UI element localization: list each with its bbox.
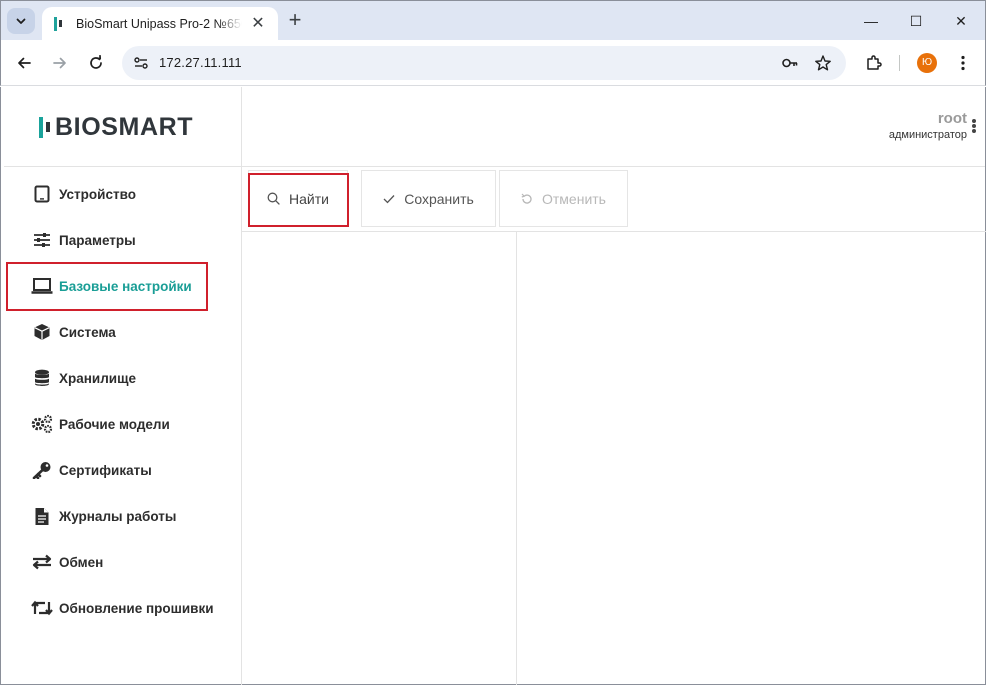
sidebar-item-logs[interactable]: Журналы работы [31, 505, 176, 527]
sidebar-item-exchange[interactable]: Обмен [31, 551, 103, 573]
sidebar-item-system[interactable]: Система [31, 321, 116, 343]
new-tab-button[interactable]: + [285, 9, 305, 31]
maximize-button[interactable]: ☐ [906, 11, 926, 31]
sidebar-item-work-models[interactable]: Рабочие модели [31, 413, 170, 435]
chevron-down-icon [16, 18, 26, 24]
browser-tabstrip: BioSmart Unipass Pro-2 №6502 ✕ + — ☐ ✕ [0, 0, 986, 41]
sidebar-item-storage[interactable]: Хранилище [31, 367, 136, 389]
arrow-left-icon [18, 57, 31, 69]
panel-divider [516, 232, 517, 685]
sidebar-item-label: Параметры [59, 232, 136, 248]
bookmark-star-icon[interactable] [814, 54, 832, 72]
tab-search-button[interactable] [7, 8, 35, 34]
toolbar-divider [242, 231, 986, 232]
sliders-icon [31, 229, 53, 251]
sidebar-item-label: Устройство [59, 186, 136, 202]
highlight-box-sidebar [6, 262, 208, 311]
profile-avatar[interactable]: Ю [917, 53, 937, 73]
extensions-button[interactable] [863, 52, 885, 74]
exchange-icon [31, 551, 53, 573]
minimize-button[interactable]: — [861, 11, 881, 31]
save-button-label: Сохранить [404, 190, 474, 207]
user-name: root [937, 110, 967, 127]
sidebar-item-firmware-update[interactable]: Обновление прошивки [31, 597, 214, 619]
sidebar-item-label: Система [59, 324, 116, 340]
database-icon [31, 367, 53, 389]
arrow-right-icon [53, 57, 66, 69]
puzzle-icon [867, 55, 882, 70]
url-text[interactable]: 172.27.11.111 [159, 55, 242, 70]
toolbar-separator [899, 55, 900, 71]
action-toolbar: Найти Сохранить Отменить [242, 167, 986, 232]
browser-toolbar: 172.27.11.111 Ю [0, 40, 986, 86]
tab-close-icon[interactable]: ✕ [250, 16, 266, 32]
sidebar-item-label: Обмен [59, 554, 104, 570]
biosmart-logo: BIOSMART [39, 112, 194, 141]
cancel-button-label: Отменить [542, 190, 606, 207]
highlight-box-find [248, 173, 349, 227]
cancel-button[interactable]: Отменить [499, 170, 628, 227]
forward-button[interactable] [49, 52, 71, 74]
cube-icon [31, 321, 53, 343]
sidebar-item-parameters[interactable]: Параметры [31, 229, 136, 251]
password-key-icon[interactable] [781, 54, 799, 72]
sidebar-item-label: Рабочие модели [59, 416, 170, 432]
site-settings-icon[interactable] [132, 54, 150, 72]
reload-icon [90, 55, 102, 69]
address-bar[interactable]: 172.27.11.111 [122, 46, 846, 80]
sidebar-item-device[interactable]: Устройство [31, 183, 136, 205]
save-button[interactable]: Сохранить [361, 170, 496, 227]
logo-mark-icon [39, 116, 50, 138]
undo-icon [521, 193, 532, 204]
app-page: BIOSMART root администратор Устройство П… [0, 87, 986, 685]
tab-title: BioSmart Unipass Pro-2 №6502 [76, 17, 242, 31]
gears-icon [31, 413, 53, 435]
kebab-menu-icon [961, 55, 965, 71]
retweet-icon [31, 597, 53, 619]
sidebar-item-label: Обновление прошивки [59, 600, 214, 616]
browser-tab-active[interactable]: BioSmart Unipass Pro-2 №6502 ✕ [42, 7, 278, 41]
key-icon [31, 459, 53, 481]
tablet-icon [31, 183, 53, 205]
document-icon [31, 505, 53, 527]
back-button[interactable] [13, 52, 35, 74]
sidebar-item-label: Хранилище [59, 370, 136, 386]
close-window-button[interactable]: ✕ [951, 11, 971, 31]
sidebar-item-label: Журналы работы [59, 508, 177, 524]
sidebar-item-certificates[interactable]: Сертификаты [31, 459, 152, 481]
user-menu-icon[interactable] [972, 119, 976, 133]
sidebar-item-label: Сертификаты [59, 462, 152, 478]
user-role: администратор [888, 129, 967, 141]
browser-menu-button[interactable] [952, 52, 974, 74]
logo-text: BIOSMART [55, 112, 194, 141]
check-icon [383, 194, 395, 203]
site-favicon-icon [54, 17, 66, 31]
reload-button[interactable] [85, 52, 107, 74]
